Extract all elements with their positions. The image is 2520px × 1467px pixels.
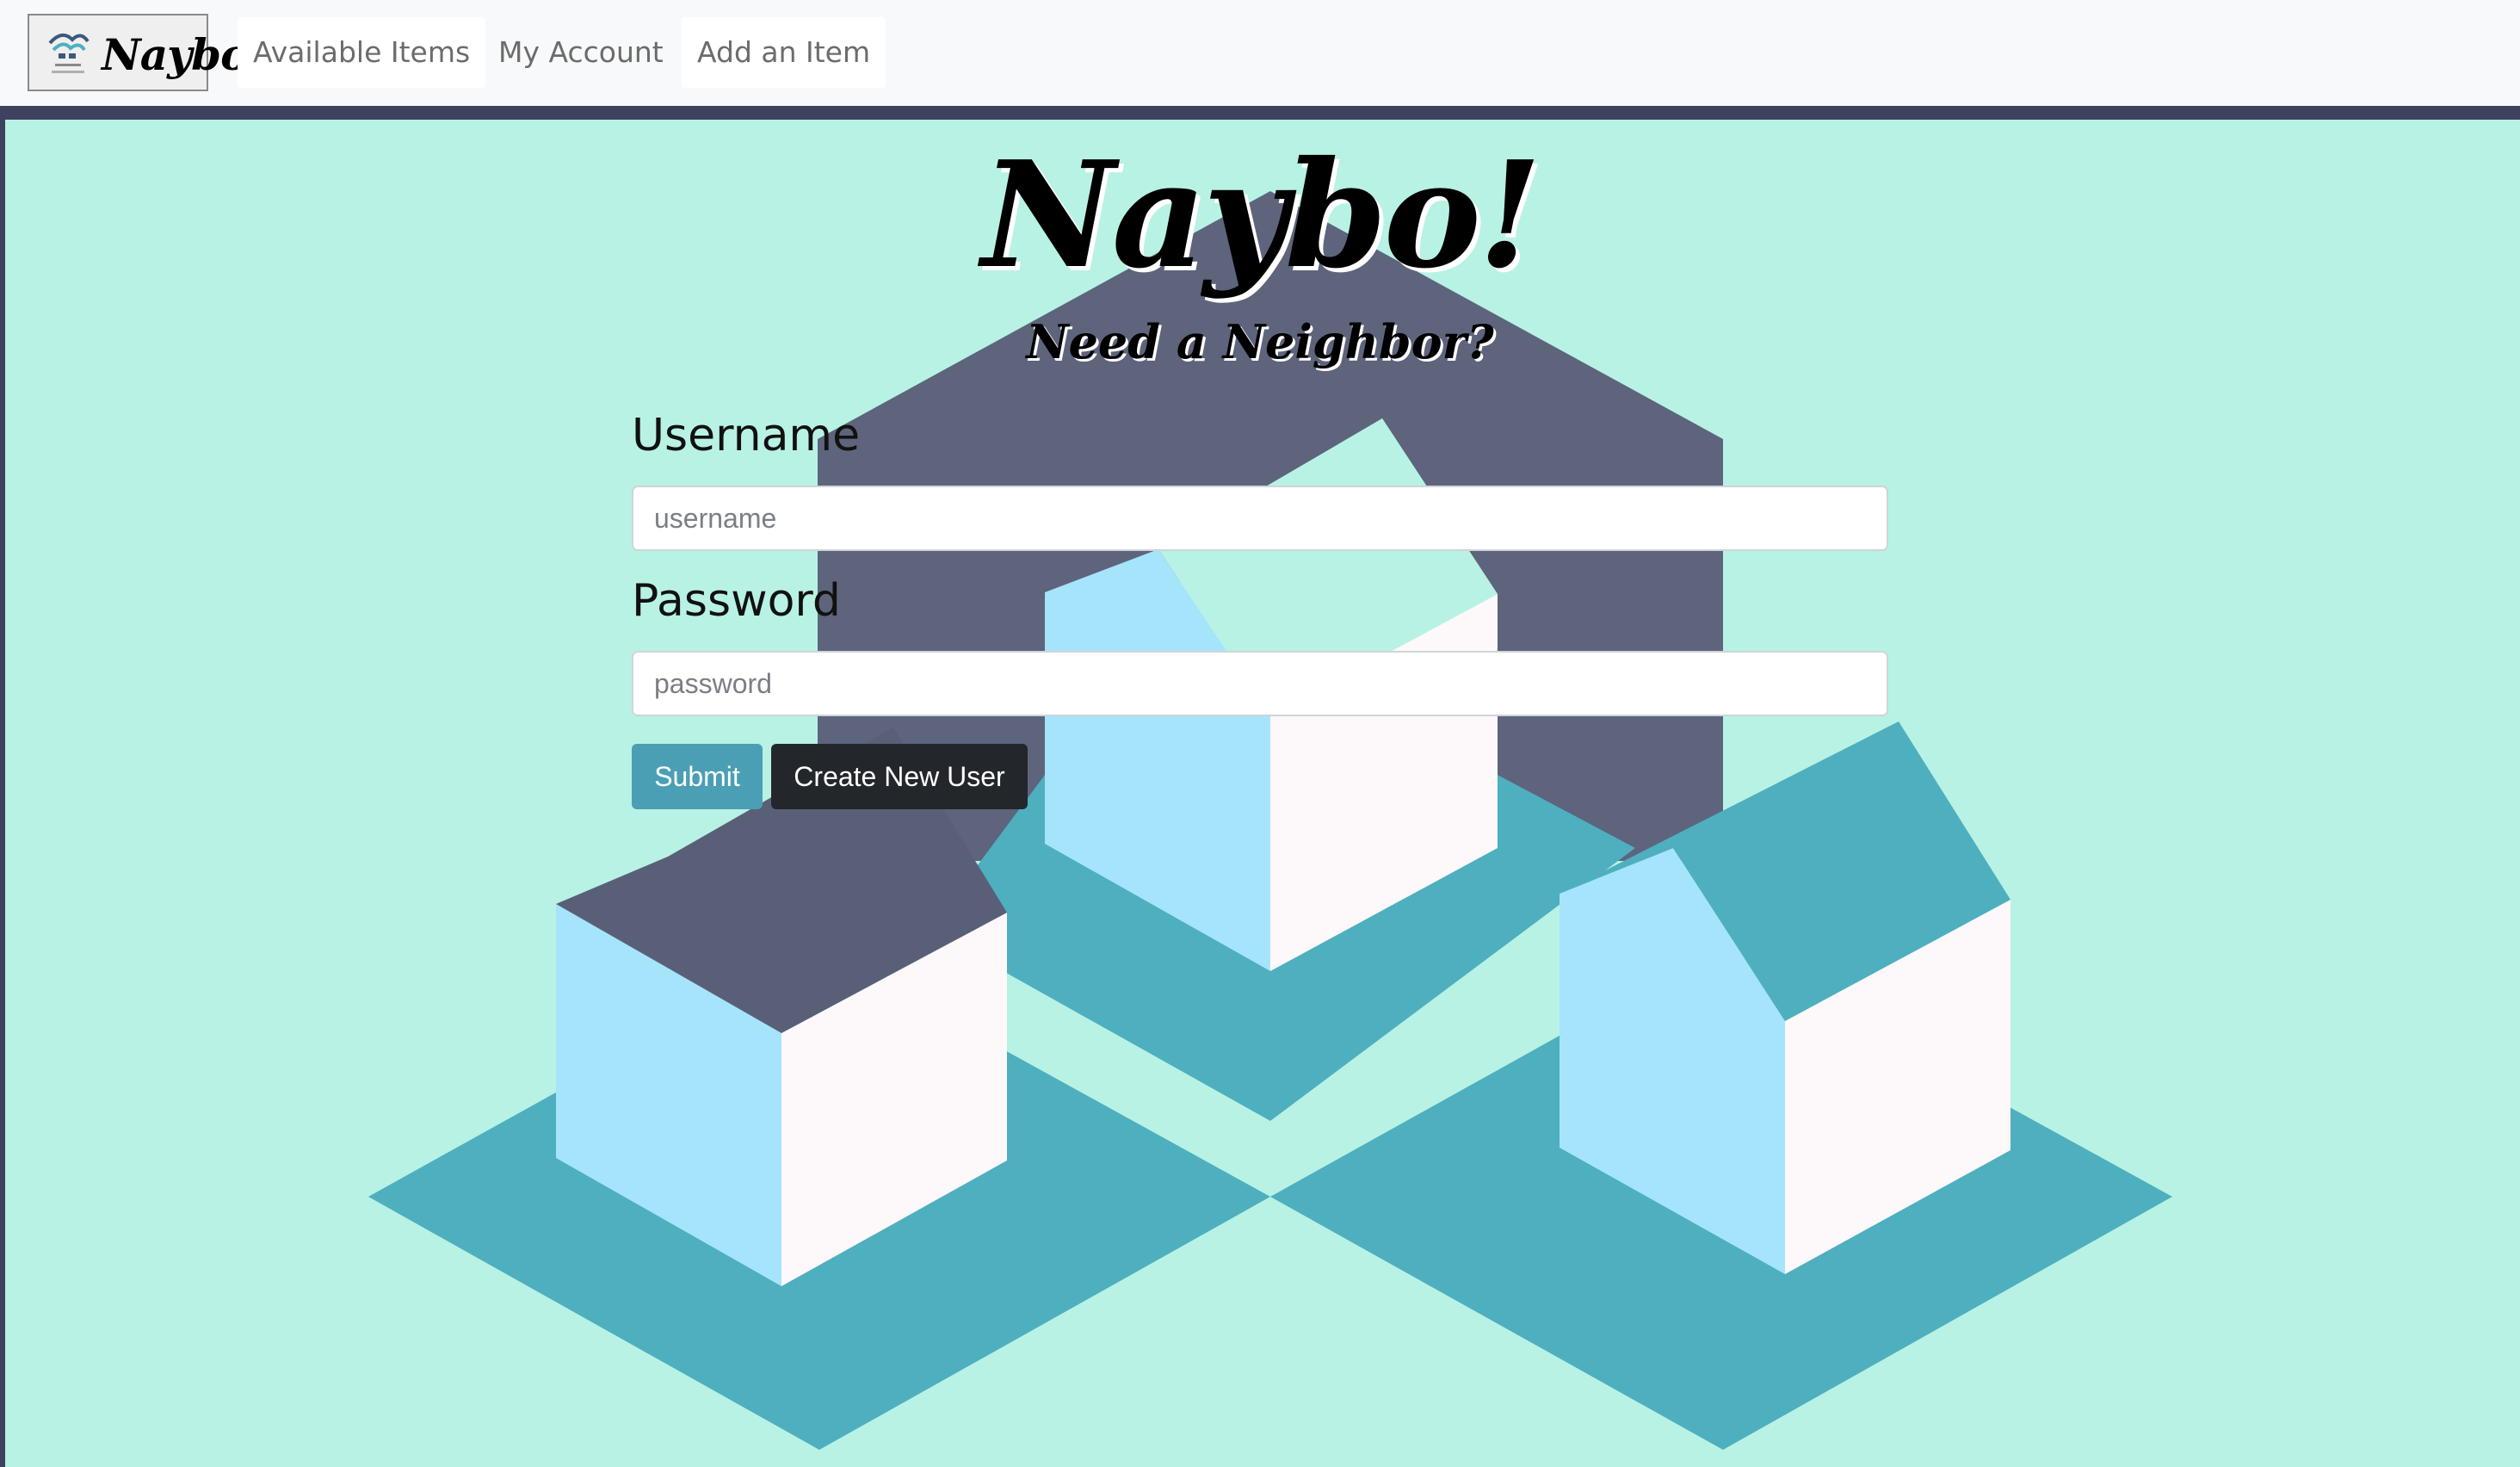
page-title: Naybo! bbox=[981, 129, 1541, 301]
nav-link-my-account[interactable]: My Account bbox=[483, 17, 679, 88]
username-label: Username bbox=[632, 410, 861, 461]
create-new-user-button[interactable]: Create New User bbox=[771, 744, 1028, 809]
password-input[interactable] bbox=[632, 651, 1888, 716]
brand-wordmark: Naybo bbox=[102, 29, 249, 80]
username-input[interactable] bbox=[632, 486, 1888, 551]
brand-logo-link[interactable]: Naybo bbox=[28, 14, 249, 91]
password-label: Password bbox=[632, 575, 841, 627]
submit-button[interactable]: Submit bbox=[632, 744, 763, 809]
page-subtitle: Need a Neighbor? bbox=[1026, 314, 1494, 369]
top-navbar: Naybo Available Items My Account Add an … bbox=[0, 0, 2520, 106]
nav-link-available-items[interactable]: Available Items bbox=[238, 17, 486, 88]
nav-link-add-item[interactable]: Add an Item bbox=[682, 17, 886, 88]
houses-background-illustration bbox=[368, 191, 2172, 1450]
naybo-logo-icon bbox=[48, 33, 90, 73]
